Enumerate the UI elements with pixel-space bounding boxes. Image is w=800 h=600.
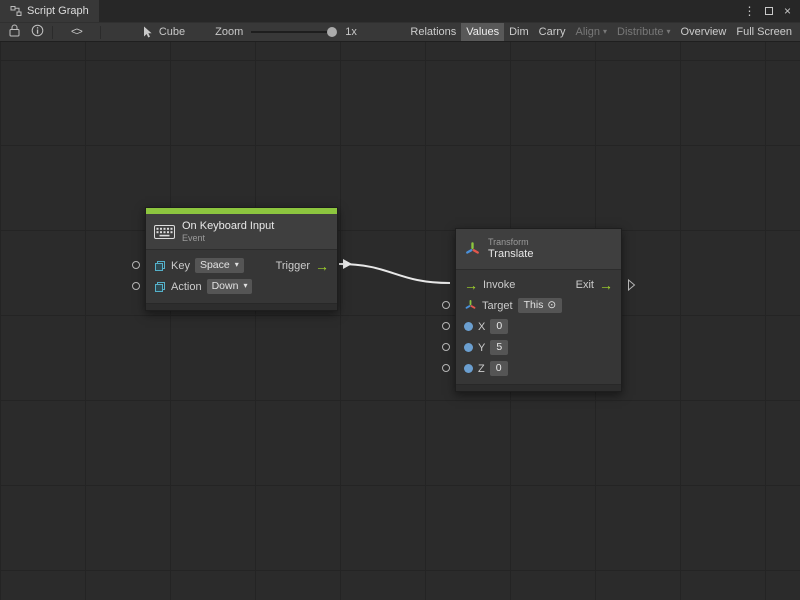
node-category: Transform (488, 237, 533, 248)
x-input-port[interactable] (442, 322, 450, 330)
node-body: Key Space ▾ Trigger → Action (146, 250, 337, 303)
zoom-label: Zoom (215, 26, 243, 38)
zoom-value: 1x (345, 26, 357, 38)
float-type-icon (464, 322, 473, 331)
node-subtitle: Event (182, 233, 274, 244)
target-this-button[interactable]: This ⊙ (518, 298, 563, 313)
node-translate[interactable]: Transform Translate → Invoke Exit → (455, 228, 622, 392)
zoom-slider-track[interactable] (251, 31, 337, 33)
window-controls: ⋮ × (741, 0, 800, 22)
toolbar-buttons: Relations Values Dim Carry Align▾ Distri… (405, 23, 797, 41)
graph-toolbar: <> Cube Zoom 1x Relations Values Dim Car… (0, 22, 800, 42)
values-button[interactable]: Values (461, 23, 504, 41)
caret-down-icon: ▾ (243, 282, 247, 290)
connection-wire (0, 42, 800, 600)
target-input-port[interactable] (442, 301, 450, 309)
enum-type-icon (154, 260, 166, 272)
z-input-port[interactable] (442, 364, 450, 372)
toolbar-separator (52, 26, 53, 39)
menu-dots-icon[interactable]: ⋮ (741, 2, 758, 20)
target-label: Target (482, 300, 513, 312)
exit-output-port[interactable]: → (599, 278, 613, 292)
keyboard-icon (154, 225, 175, 239)
target-row: Target This ⊙ (456, 295, 621, 316)
key-input-port[interactable] (132, 261, 140, 269)
overview-button[interactable]: Overview (676, 23, 732, 41)
action-row: Action Down ▾ (146, 276, 337, 297)
relations-button[interactable]: Relations (405, 23, 461, 41)
float-type-icon (464, 364, 473, 373)
z-value-field[interactable]: 0 (490, 361, 508, 376)
maximize-icon[interactable] (760, 2, 777, 20)
node-title: Translate (488, 248, 533, 261)
node-titles: Transform Translate (488, 237, 533, 261)
node-footer (146, 303, 337, 310)
x-value-field[interactable]: 0 (490, 319, 508, 334)
tabbar-spacer (99, 0, 741, 22)
z-label: Z (478, 363, 485, 375)
y-label: Y (478, 342, 485, 354)
invoke-label: Invoke (483, 279, 515, 291)
float-type-icon (464, 343, 473, 352)
transform-type-icon (464, 299, 477, 312)
info-icon[interactable] (31, 24, 44, 40)
tab-script-graph[interactable]: Script Graph (0, 0, 99, 22)
x-row: X 0 (456, 316, 621, 337)
caret-down-icon: ▾ (667, 28, 671, 36)
close-icon[interactable]: × (779, 2, 796, 20)
caret-down-icon: ▾ (603, 28, 607, 36)
exit-unconnected-arrow[interactable] (627, 279, 636, 294)
node-title: On Keyboard Input (182, 220, 274, 233)
enum-type-icon (154, 281, 166, 293)
y-value-field[interactable]: 5 (490, 340, 508, 355)
trigger-label: Trigger (276, 260, 310, 272)
align-button[interactable]: Align▾ (571, 23, 612, 41)
fullscreen-button[interactable]: Full Screen (731, 23, 797, 41)
y-input-port[interactable] (442, 343, 450, 351)
graph-canvas[interactable]: On Keyboard Input Event Key Space ▾ (0, 42, 800, 600)
exit-label: Exit (576, 279, 594, 291)
z-row: Z 0 (456, 358, 621, 379)
action-dropdown[interactable]: Down ▾ (207, 279, 253, 294)
graph-object-name: Cube (159, 26, 185, 38)
cursor-icon (143, 26, 153, 38)
invoke-row: → Invoke Exit → (456, 274, 621, 295)
transform-icon (464, 241, 481, 258)
distribute-button[interactable]: Distribute▾ (612, 23, 675, 41)
script-graph-window: Script Graph ⋮ × (0, 0, 800, 600)
zoom-control: Zoom 1x (215, 26, 357, 38)
toolbar-left-group (9, 24, 44, 40)
tab-bar: Script Graph ⋮ × (0, 0, 800, 22)
trigger-output-port[interactable]: → (315, 259, 329, 273)
node-on-keyboard-input[interactable]: On Keyboard Input Event Key Space ▾ (145, 207, 338, 311)
script-graph-icon (10, 5, 22, 17)
node-header: Transform Translate (456, 229, 621, 270)
node-footer (456, 384, 621, 391)
code-view-icon[interactable]: <> (71, 26, 82, 38)
key-row: Key Space ▾ Trigger → (146, 255, 337, 276)
toolbar-separator (100, 26, 101, 39)
zoom-slider[interactable] (251, 27, 337, 37)
key-label: Key (171, 260, 190, 272)
action-input-port[interactable] (132, 282, 140, 290)
action-label: Action (171, 281, 202, 293)
y-row: Y 5 (456, 337, 621, 358)
node-header: On Keyboard Input Event (146, 214, 337, 250)
dim-button[interactable]: Dim (504, 23, 534, 41)
x-label: X (478, 321, 485, 333)
graph-breadcrumb[interactable]: Cube (143, 26, 185, 38)
tab-title: Script Graph (27, 5, 89, 17)
carry-button[interactable]: Carry (534, 23, 571, 41)
lock-icon[interactable] (9, 24, 20, 40)
caret-down-icon: ▾ (235, 261, 239, 269)
target-scope-icon: ⊙ (547, 299, 556, 311)
invoke-input-port[interactable]: → (464, 278, 478, 292)
key-dropdown[interactable]: Space ▾ (195, 258, 244, 273)
node-titles: On Keyboard Input Event (182, 220, 274, 244)
node-body: → Invoke Exit → Target (456, 270, 621, 384)
zoom-slider-handle[interactable] (327, 27, 337, 37)
